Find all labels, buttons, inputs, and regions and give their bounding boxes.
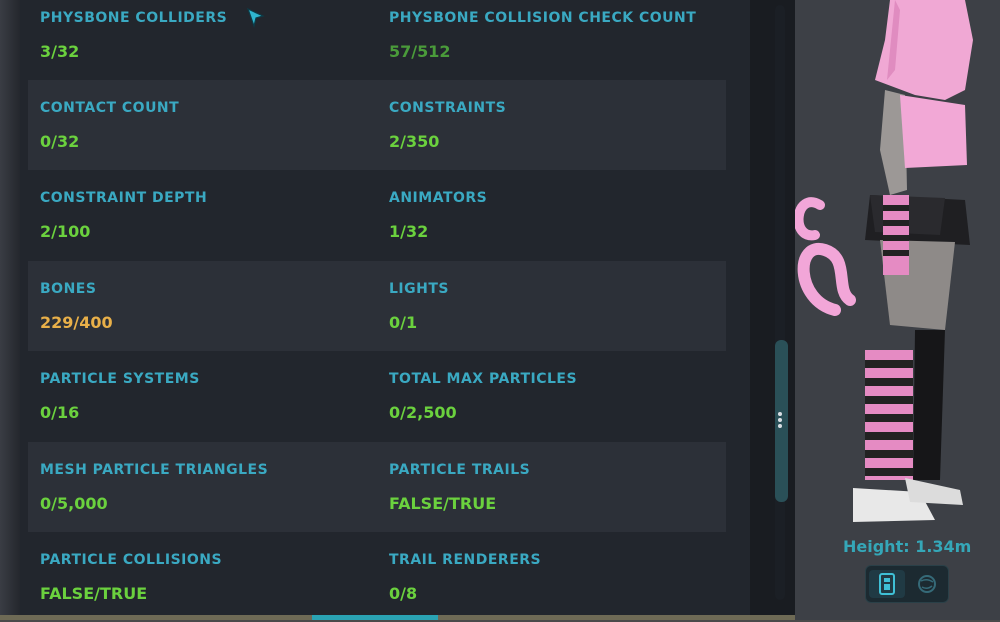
stat-value: 2/100 [40,222,91,241]
stat-row: PHYSBONE COLLIDERS 3/32 PHYSBONE COLLISI… [28,0,726,80]
stat-label: CONTACT COUNT [40,100,180,116]
stat-label: PARTICLE TRAILS [389,462,531,478]
stat-row: CONTACT COUNT 0/32 CONSTRAINTS 2/350 [28,80,726,170]
stat-value: 0/1 [389,313,418,332]
stat-label: TRAIL RENDERERS [389,552,542,568]
stat-value: FALSE/TRUE [40,584,148,603]
stat-row: BONES 229/400 LIGHTS 0/1 [28,261,726,351]
mouse-cursor-icon [247,8,265,28]
stat-label: PHYSBONE COLLIDERS [40,10,228,26]
stat-row: PARTICLE COLLISIONS FALSE/TRUE TRAIL REN… [28,532,726,622]
stat-label: CONSTRAINTS [389,100,507,116]
stat-label: LIGHTS [389,281,449,297]
avatar-height-label: Height: 1.34m [843,537,972,556]
stat-label: PARTICLE SYSTEMS [40,371,200,387]
stat-label: ANIMATORS [389,190,488,206]
body-view-icon [879,573,895,595]
stat-row: CONSTRAINT DEPTH 2/100 ANIMATORS 1/32 [28,170,726,260]
stat-value: 0/16 [40,403,80,422]
stat-value: 0/2,500 [389,403,457,422]
stat-value: FALSE/TRUE [389,494,497,513]
stat-label: PARTICLE COLLISIONS [40,552,223,568]
stat-label: MESH PARTICLE TRIANGLES [40,462,269,478]
scrollbar-track[interactable] [775,5,785,600]
avatar-preview-viewport[interactable] [795,0,1000,620]
stat-value: 3/32 [40,42,80,61]
view-mode-toggle[interactable] [865,565,949,603]
stat-label: PHYSBONE COLLISION CHECK COUNT [389,10,697,26]
drag-handle-icon[interactable] [777,410,783,432]
left-edge [0,0,20,620]
panel-gutter [750,0,795,620]
stat-value: 0/5,000 [40,494,108,513]
stat-value: 2/350 [389,132,440,151]
stat-value: 0/8 [389,584,418,603]
stat-row: PARTICLE SYSTEMS 0/16 TOTAL MAX PARTICLE… [28,351,726,441]
globe-view-icon [918,575,936,593]
stat-label: CONSTRAINT DEPTH [40,190,208,206]
stat-row: MESH PARTICLE TRIANGLES 0/5,000 PARTICLE… [28,442,726,532]
globe-view-button[interactable] [909,570,945,598]
stat-value: 229/400 [40,313,113,332]
stat-value: 1/32 [389,222,429,241]
stat-label: BONES [40,281,97,297]
stat-value: 57/512 [389,42,451,61]
bottom-tab-indicator [312,615,438,620]
stat-value: 0/32 [40,132,80,151]
stat-label: TOTAL MAX PARTICLES [389,371,578,387]
avatar-model [795,0,973,522]
body-view-button[interactable] [869,570,905,598]
